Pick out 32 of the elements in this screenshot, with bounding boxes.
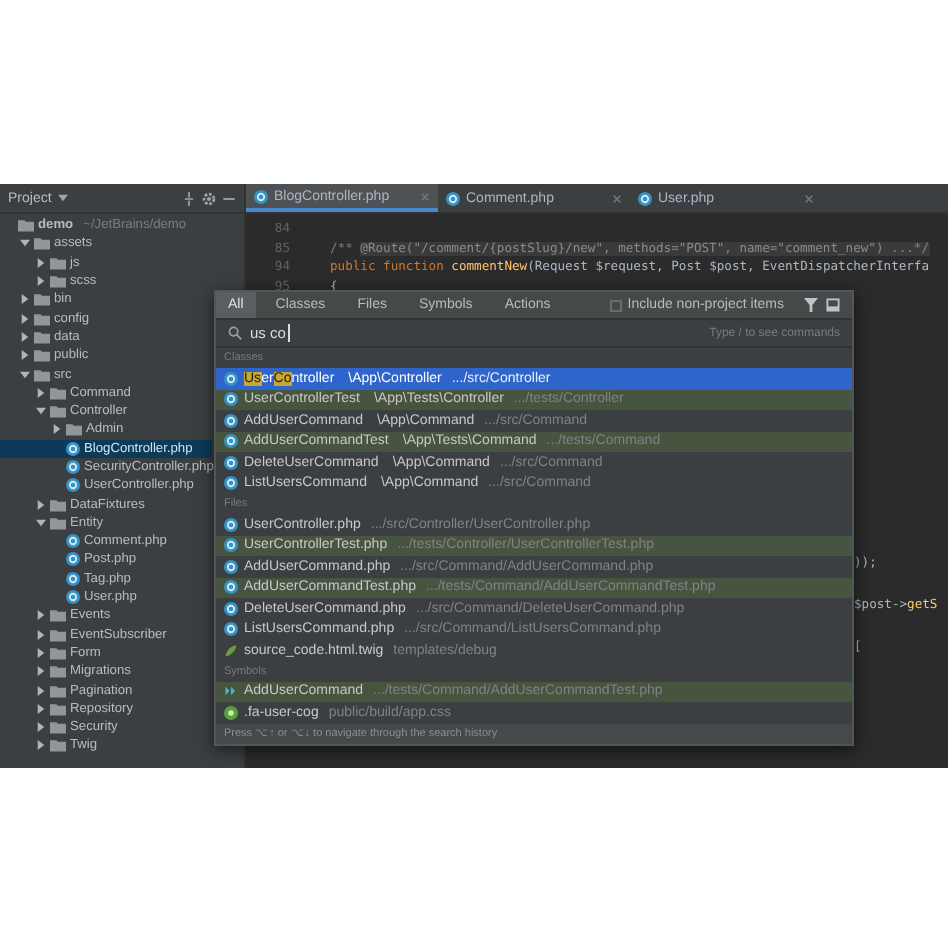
expand-arrow-icon[interactable] [36, 647, 46, 658]
symbol-icon [224, 684, 238, 699]
expand-arrow-icon[interactable] [36, 387, 46, 398]
collapse-arrow-icon[interactable] [20, 369, 30, 380]
expand-arrow-icon[interactable] [36, 703, 46, 714]
expand-arrow-icon[interactable] [36, 629, 46, 640]
expand-arrow-icon[interactable] [20, 294, 30, 305]
expand-arrow-icon[interactable] [36, 610, 46, 621]
expand-arrow-icon[interactable] [20, 350, 30, 361]
expand-arrow-icon[interactable] [36, 722, 46, 733]
class-icon [638, 191, 652, 205]
window-icon[interactable] [826, 298, 840, 312]
caret-icon[interactable] [57, 194, 68, 202]
settings-icon[interactable] [202, 191, 216, 205]
expand-arrow-icon[interactable] [36, 685, 46, 696]
expand-arrow-icon[interactable] [36, 257, 46, 268]
expand-arrow-icon[interactable] [20, 331, 30, 342]
expand-arrow-icon[interactable] [52, 424, 62, 435]
filter-icon[interactable] [804, 298, 818, 312]
expand-arrow-icon[interactable] [36, 499, 46, 510]
collapse-arrow-icon[interactable] [36, 517, 46, 528]
search-icon [228, 326, 242, 340]
expand-arrow-icon[interactable] [20, 313, 30, 324]
class-icon [254, 189, 268, 203]
class-icon [446, 191, 460, 205]
collapse-arrow-icon[interactable] [20, 238, 30, 249]
expand-arrow-icon[interactable] [36, 276, 46, 287]
css-icon [224, 705, 238, 720]
leaf-icon [224, 643, 238, 658]
collapse-arrow-icon[interactable] [36, 406, 46, 417]
expand-arrow-icon[interactable] [36, 740, 46, 751]
expand-arrow-icon[interactable] [36, 666, 46, 677]
